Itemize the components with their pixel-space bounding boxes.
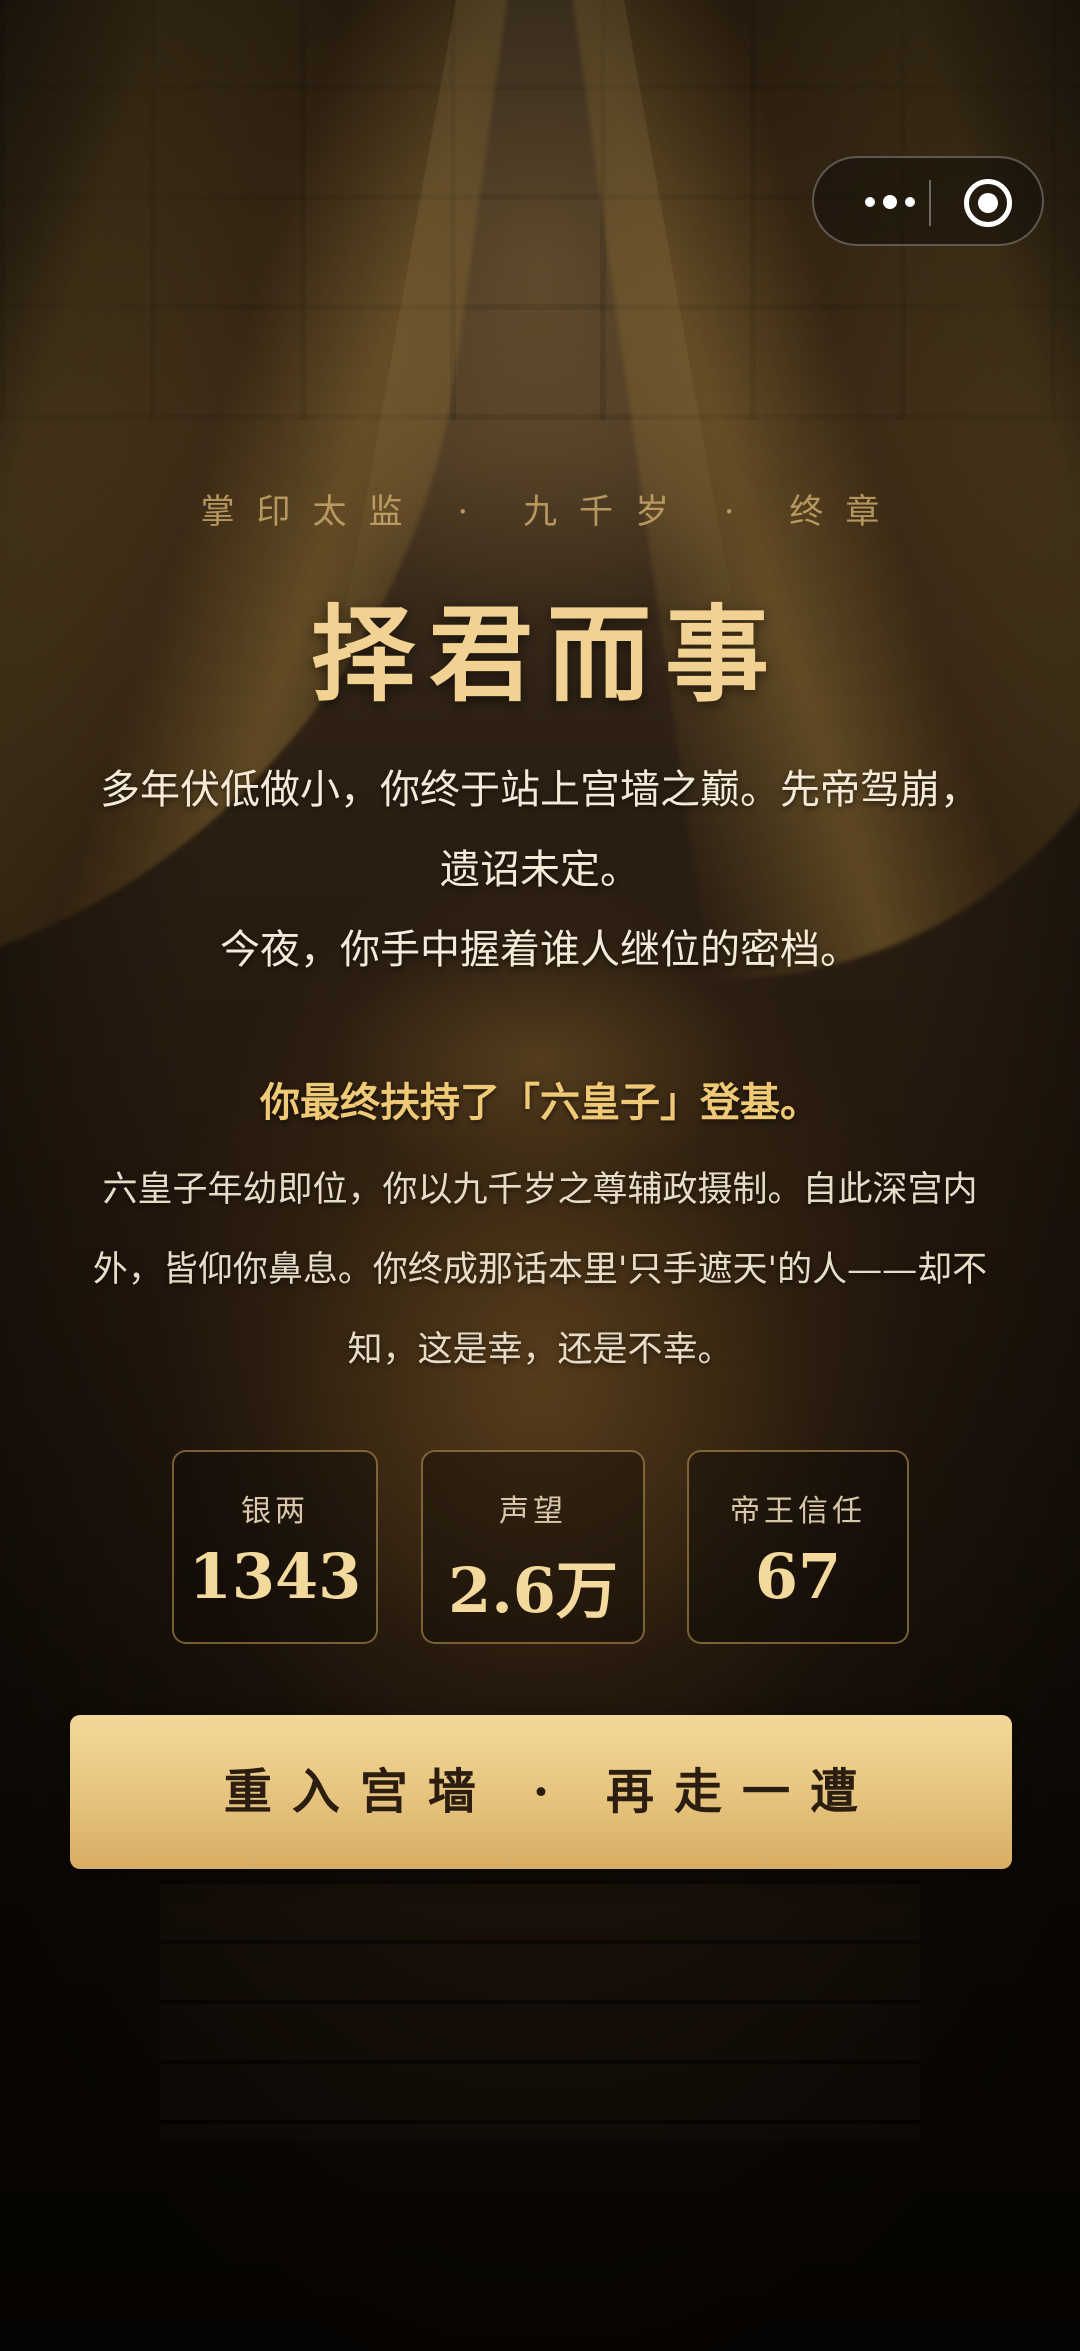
intro-text: 多年伏低做小，你终于站上宫墙之巅。先帝驾崩，遗诏未定。 今夜，你手中握着谁人继位… (100, 750, 980, 990)
page-title: 择君而事 (310, 593, 783, 716)
mini-program-capsule (812, 156, 1044, 246)
ending-description: 六皇子年幼即位，你以九千岁之尊辅政摄制。自此深宫内外，皆仰你鼻息。你终成那话本里… (92, 1170, 988, 1370)
stat-card-silver: 银两 1343 (172, 1450, 378, 1644)
stat-label: 银两 (241, 1494, 309, 1529)
restart-button[interactable]: 重入宫墙 · 再走一遭 (70, 1715, 1012, 1869)
capsule-divider (929, 180, 931, 226)
chapter-subtitle: 掌印太监 · 九千岁 · 终章 (200, 492, 902, 532)
intro-line-1: 多年伏低做小，你终于站上宫墙之巅。先帝驾崩，遗诏未定。 (100, 767, 980, 893)
dot (905, 197, 915, 207)
game-ending-screen: 掌印太监 · 九千岁 · 终章 择君而事 多年伏低做小，你终于站上宫墙之巅。先帝… (0, 0, 1080, 2351)
stat-label: 声望 (499, 1494, 567, 1529)
dot (865, 197, 875, 207)
stat-value: 1343 (188, 1540, 362, 1613)
dot (883, 195, 897, 209)
stat-value: 67 (754, 1540, 842, 1613)
intro-line-2: 今夜，你手中握着谁人继位的密档。 (220, 927, 860, 973)
stat-value: 2.6万 (448, 1554, 618, 1627)
stat-card-emperor-trust: 帝王信任 67 (687, 1450, 909, 1644)
more-dots-icon[interactable] (848, 184, 932, 220)
stat-card-reputation: 声望 2.6万 (421, 1450, 645, 1644)
stat-label: 帝王信任 (730, 1494, 866, 1529)
target-circle-icon[interactable] (964, 179, 1012, 227)
ending-headline: 你最终扶持了「六皇子」登基。 (260, 1079, 820, 1126)
